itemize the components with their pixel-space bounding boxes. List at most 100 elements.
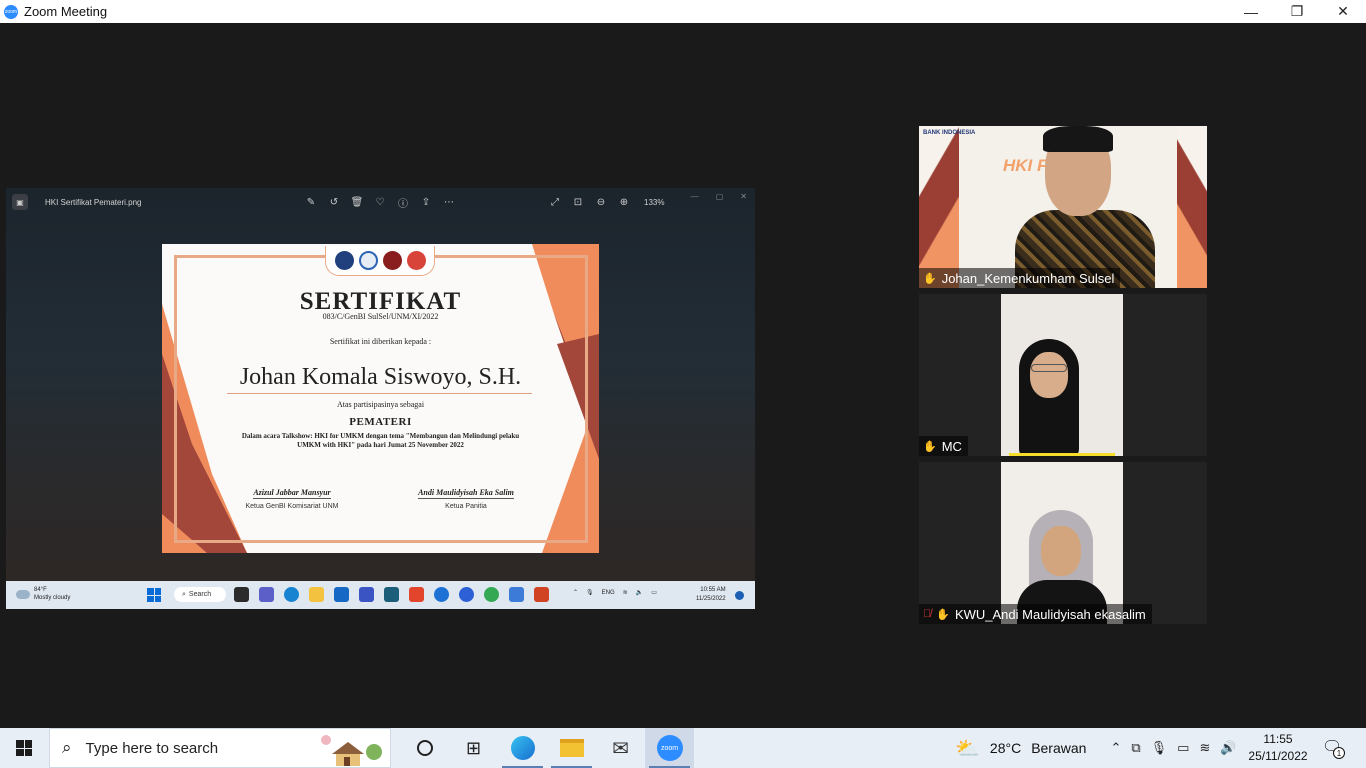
meeting-stage: ▣ HKI Sertifikat Pemateri.png ✎ ↺ 🗑 ♡ ⓘ … xyxy=(0,23,1366,728)
minimize-button[interactable]: — xyxy=(1228,0,1274,23)
file-explorer-icon xyxy=(309,587,324,602)
notification-center-icon[interactable]: 🗨 1 xyxy=(1322,737,1345,759)
shared-search-box: ⌕ Search xyxy=(174,587,226,602)
mail-icon: ✉ xyxy=(612,737,629,760)
zoom-icon: zoom xyxy=(656,735,683,761)
participant-tile-3[interactable]: 🎙̸ ✋ KWU_Andi Maulidyisah ekasalim xyxy=(919,462,1207,624)
weather-description[interactable]: Berawan xyxy=(1031,740,1086,756)
shared-screen: ▣ HKI Sertifikat Pemateri.png ✎ ↺ 🗑 ♡ ⓘ … xyxy=(6,188,755,609)
window-title-bar: zoom Zoom Meeting — ❐ ✕ xyxy=(0,0,1366,23)
participant-1-name: Johan_Kemenkumham Sulsel xyxy=(941,270,1115,286)
taskbar-apps: ⊞ ✉ zoom xyxy=(400,728,694,768)
file-explorer-button[interactable] xyxy=(547,728,596,768)
genbi-logo-icon xyxy=(358,251,378,270)
share-icon: ⇪ xyxy=(421,196,431,208)
emblem-logo-icon xyxy=(382,251,402,270)
viewer-minimize-icon: — xyxy=(690,192,699,201)
participant-1-name-label: ✋ Johan_Kemenkumham Sulsel xyxy=(919,268,1121,288)
whiteboard-icon xyxy=(359,587,374,602)
chrome-icon xyxy=(484,587,499,602)
shared-clock: 10:55 AM 11/25/2022 xyxy=(696,586,726,604)
shared-lang: ENG xyxy=(601,589,615,596)
clock-date: 25/11/2022 xyxy=(1248,749,1308,763)
volume-icon[interactable]: 🔊 xyxy=(1220,740,1236,756)
meet-now-icon[interactable]: ⧉ xyxy=(1131,740,1140,756)
task-view-icon xyxy=(234,587,249,602)
cloud-icon xyxy=(16,589,30,599)
shared-microphone-icon: 🎙 xyxy=(586,590,594,596)
shared-search-label: Search xyxy=(188,591,212,598)
restore-button[interactable]: ❐ xyxy=(1274,0,1320,23)
taskbar-search-box[interactable]: ⌕ Type here to search xyxy=(49,728,391,768)
task-view-button[interactable]: ⊞ xyxy=(449,728,498,768)
signer-2: Andi Maulidyisah Eka Salim Ketua Panitia xyxy=(401,482,531,510)
mail-button[interactable]: ✉ xyxy=(596,728,645,768)
shared-weather-desc: Mostly cloudy xyxy=(34,595,71,601)
signer-2-role: Ketua Panitia xyxy=(445,503,487,510)
weather-icon[interactable]: ⛅ xyxy=(955,736,980,761)
participant-tile-1[interactable]: BANK INDONESIA HKI Fo ✋ Johan_Kemenkumha… xyxy=(919,126,1207,288)
shared-chevron-up-icon: ⌃ xyxy=(573,590,579,596)
shared-weather: 84°F Mostly cloudy xyxy=(16,586,70,602)
bank-indonesia-logo-icon xyxy=(334,251,354,270)
zoom-taskbar-button[interactable]: zoom xyxy=(645,728,694,768)
taskbar-clock[interactable]: 11:55 25/11/2022 xyxy=(1240,731,1316,765)
shared-notification-icon xyxy=(735,591,744,600)
windows-taskbar: ⌕ Type here to search ⊞ ✉ zoom ⛅ 28°C Be… xyxy=(0,728,1366,768)
participant-3-name: KWU_Andi Maulidyisah ekasalim xyxy=(954,606,1146,622)
shared-start-icon xyxy=(147,588,161,602)
bluetooth-icon xyxy=(434,587,449,602)
shared-app-icons xyxy=(234,587,549,602)
participant-1-video xyxy=(1015,126,1155,288)
store-icon xyxy=(384,587,399,602)
certificate-number: 083/C/GenBI SulSel/UNM/XI/2022 xyxy=(322,312,439,321)
certificate-participation: Atas partisipasinya sebagai xyxy=(336,400,425,409)
delete-icon: 🗑 xyxy=(350,196,364,208)
zoom-in-icon: ⊕ xyxy=(619,196,629,208)
edge-icon xyxy=(284,587,299,602)
raise-hand-icon: ✋ xyxy=(936,608,950,621)
certificate-logos xyxy=(325,246,435,276)
powerpoint-icon xyxy=(534,587,549,602)
rotate-icon: ↺ xyxy=(329,196,339,208)
info-icon: ⓘ xyxy=(398,198,408,210)
participant-2-name-label: ✋ MC xyxy=(919,436,968,456)
battery-icon[interactable]: ▭ xyxy=(1177,740,1189,756)
weather-temperature[interactable]: 28°C xyxy=(990,740,1021,756)
signer-2-name: Andi Maulidyisah Eka Salim xyxy=(418,488,514,499)
viewer-zoom-level: 133% xyxy=(644,197,665,207)
edge-button[interactable] xyxy=(498,728,547,768)
cortana-button[interactable] xyxy=(400,728,449,768)
search-icon: ⌕ xyxy=(62,738,72,757)
unm-logo-icon xyxy=(406,251,426,270)
participant-2-name: MC xyxy=(941,438,962,454)
close-button[interactable]: ✕ xyxy=(1320,0,1366,23)
raise-hand-icon: ✋ xyxy=(923,272,937,285)
participant-tile-2[interactable]: ✋ MC xyxy=(919,294,1207,456)
wifi-icon[interactable]: ≋ xyxy=(1199,740,1210,756)
shared-taskbar: 84°F Mostly cloudy ⌕ Search ⌃ 🎙 ENG ≋ 🔈 … xyxy=(6,581,755,609)
expand-icon: ⤢ xyxy=(551,196,559,208)
viewer-maximize-icon: ▢ xyxy=(715,192,724,201)
bank-indonesia-logo: BANK INDONESIA xyxy=(923,130,976,136)
certificate-given-to: Sertifikat ini diberikan kepada : xyxy=(329,337,432,346)
shared-tray: ⌃ 🎙 ENG ≋ 🔈 ▭ xyxy=(573,589,657,597)
mail-icon xyxy=(334,587,349,602)
shared-weather-temp: 84°F xyxy=(34,587,47,593)
notification-badge: 1 xyxy=(1333,747,1345,759)
zoom-app-icon xyxy=(459,587,474,602)
signer-1-name: Azizul Jabbar Mansyur xyxy=(253,488,331,499)
active-speaker-indicator xyxy=(1009,453,1115,456)
more-icon: ⋯ xyxy=(444,196,454,208)
certificate-description: Dalam acara Talkshow: HKI for UMKM denga… xyxy=(241,432,520,449)
shared-date: 11/25/2022 xyxy=(696,596,726,602)
photos-app-icon: ▣ xyxy=(12,194,28,210)
shared-volume-icon: 🔈 xyxy=(635,590,644,596)
microphone-icon[interactable]: 🎙 xyxy=(1151,740,1168,756)
shared-wifi-icon: ≋ xyxy=(622,590,628,596)
clock-time: 11:55 xyxy=(1263,732,1293,746)
chevron-up-icon[interactable]: ⌃ xyxy=(1110,740,1121,756)
start-button[interactable] xyxy=(16,740,32,756)
certificate-recipient: Johan Komala Siswoyo, S.H. xyxy=(239,364,522,390)
signer-1: Azizul Jabbar Mansyur Ketua GenBI Komisa… xyxy=(227,482,357,510)
